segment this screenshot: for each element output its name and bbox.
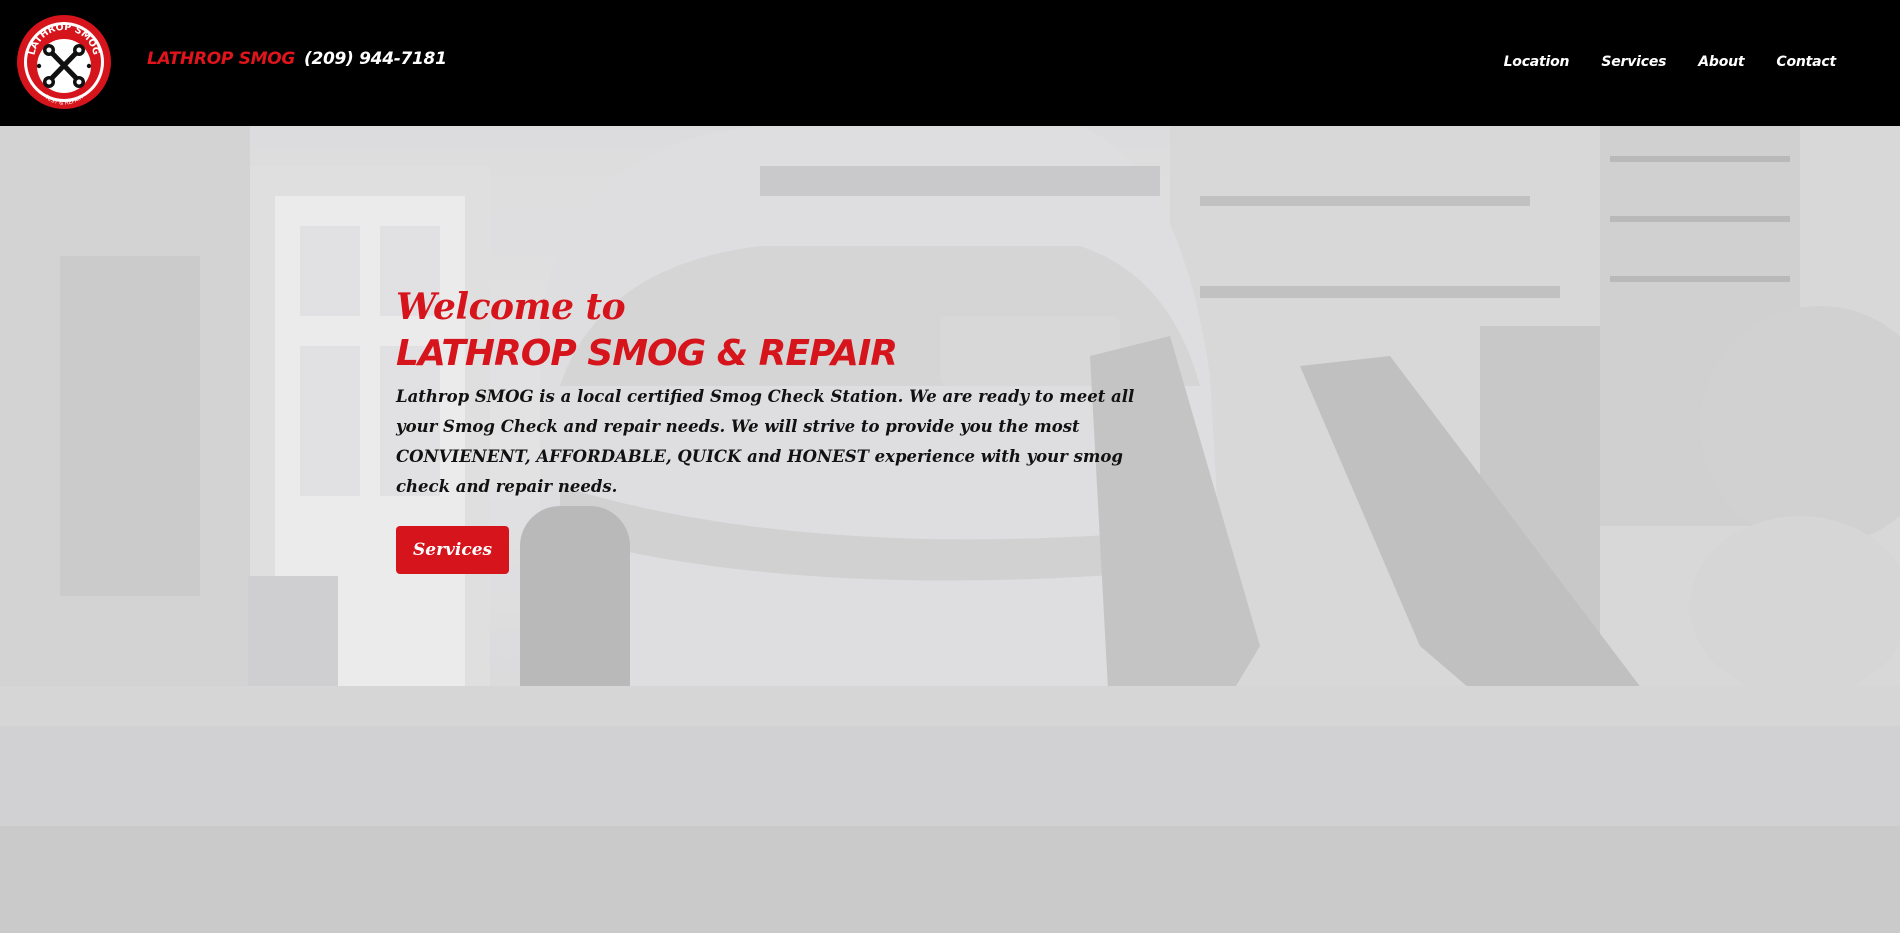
hero-welcome: Welcome to <box>396 286 626 328</box>
hero-content: Welcome to LATHROP SMOG & REPAIR Lathrop… <box>396 284 1156 574</box>
logo[interactable]: LATHROP SMOG TEST & REPAIR <box>16 14 112 110</box>
nav-services[interactable]: Services <box>1601 54 1666 70</box>
main-nav: Location Services About Contact <box>1472 54 1837 70</box>
phone-number[interactable]: (209) 944-7181 <box>304 49 447 69</box>
nav-location[interactable]: Location <box>1504 54 1570 70</box>
services-button[interactable]: Services <box>396 526 510 574</box>
site-header: LATHROP SMOG TEST & REPAIR LATHROP SMOG … <box>0 0 1900 126</box>
wrench-logo-icon: LATHROP SMOG TEST & REPAIR <box>17 15 111 109</box>
hero-title: LATHROP SMOG & REPAIR <box>396 333 898 374</box>
brand-name[interactable]: LATHROP SMOG <box>147 49 295 69</box>
nav-about[interactable]: About <box>1698 54 1744 70</box>
nav-contact[interactable]: Contact <box>1776 54 1836 70</box>
hero-description: Lathrop SMOG is a local certified Smog C… <box>396 387 1135 496</box>
hero-section: Welcome to LATHROP SMOG & REPAIR Lathrop… <box>0 126 1900 933</box>
